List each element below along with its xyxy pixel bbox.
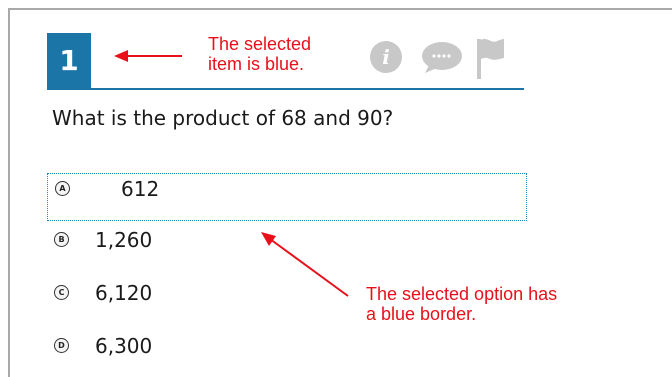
item-annotation-line-1: The selected [208,34,312,54]
flag-tool-button[interactable] [473,36,507,80]
option-d[interactable]: D 6,300 [47,328,527,376]
option-a-bubble[interactable]: A [55,181,70,196]
option-annotation-line-2: a blue border. [366,304,477,324]
svg-text:i: i [382,45,390,69]
item-number-button[interactable]: 1 [47,33,91,88]
comment-tool-button[interactable] [419,40,465,74]
option-c-bubble[interactable]: C [54,285,69,300]
item-annotation-line-2: item is blue. [208,54,305,74]
option-annotation-line-1: The selected option has [366,284,558,304]
info-tool-button[interactable]: i [369,40,403,74]
option-a[interactable]: A 612 [47,173,527,221]
option-d-text: 6,300 [95,334,153,358]
header-divider [47,88,524,90]
option-b-bubble[interactable]: B [54,232,69,247]
info-icon: i [370,41,402,73]
flag-icon [477,38,504,79]
option-a-text: 612 [121,177,160,201]
comment-icon [422,42,462,73]
option-b[interactable]: B 1,260 [47,222,527,270]
option-d-bubble[interactable]: D [54,338,69,353]
question-text: What is the product of 68 and 90? [52,106,394,130]
option-b-text: 1,260 [95,228,153,252]
option-c-text: 6,120 [95,281,153,305]
